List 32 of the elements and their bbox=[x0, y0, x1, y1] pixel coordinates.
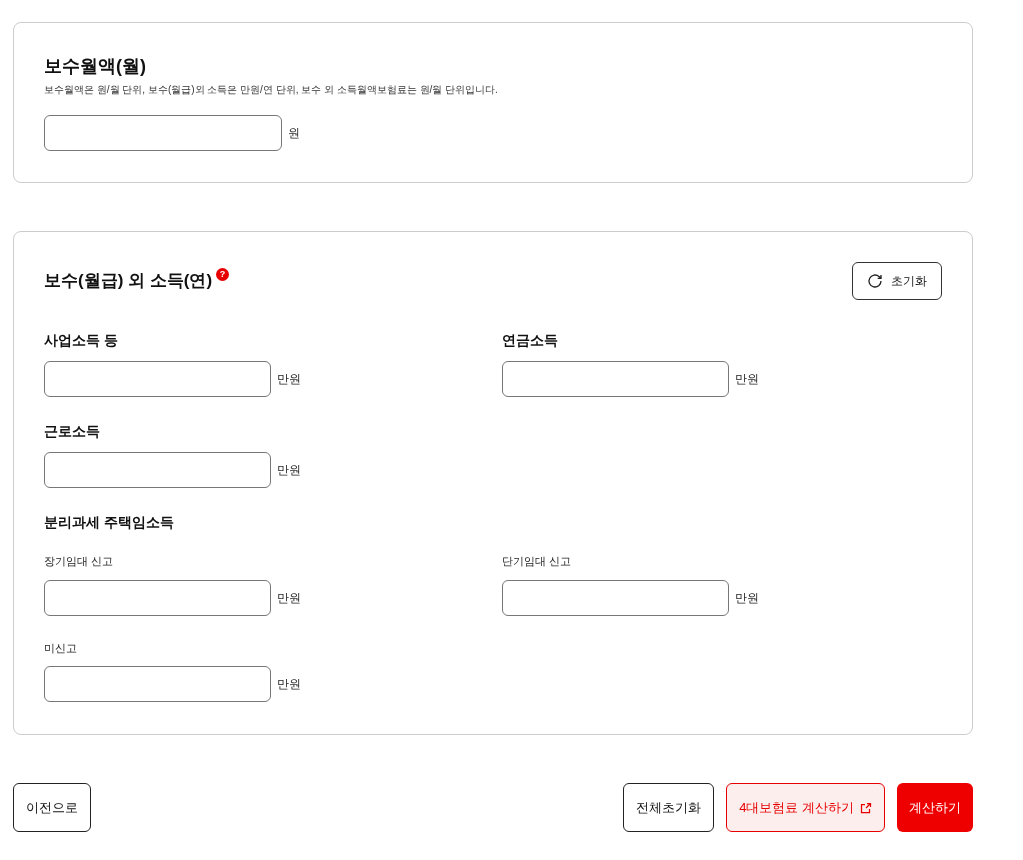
reset-button[interactable]: 초기화 bbox=[852, 262, 942, 300]
help-badge[interactable]: ? bbox=[216, 268, 230, 281]
unit-label: 만원 bbox=[277, 462, 301, 479]
unit-note: 보수월액은 원/월 단위, 보수(월급)외 소득은 만원/연 단위, 보수 외 소득월액보험료는 원/월 단위입니다. bbox=[44, 83, 499, 97]
input-field[interactable] bbox=[44, 579, 271, 616]
unit-label: 원 bbox=[288, 125, 300, 142]
input-field[interactable] bbox=[44, 452, 271, 488]
input-field[interactable] bbox=[44, 666, 271, 702]
unit-label: 만원 bbox=[277, 676, 301, 693]
field-label: 근로소득 bbox=[44, 422, 101, 441]
section-title: 보수(월급) 외 소득(연) bbox=[44, 270, 213, 292]
refresh-icon bbox=[867, 273, 883, 289]
field-label: 단기임대 신고 bbox=[502, 554, 573, 569]
unit-label: 만원 bbox=[735, 589, 759, 607]
calculate-button[interactable]: 계산하기 bbox=[897, 783, 973, 832]
input-field[interactable] bbox=[502, 579, 729, 616]
unit-label: 만원 bbox=[735, 371, 759, 388]
back-button[interactable]: 이전으로 bbox=[13, 783, 91, 832]
field-label: 장기임대 신고 bbox=[44, 554, 115, 569]
unit-label: 만원 bbox=[277, 589, 301, 607]
reset-all-button[interactable]: 전체초기화 bbox=[623, 783, 715, 832]
field-label: 미신고 bbox=[44, 640, 78, 656]
section-title: 보수월액(월) bbox=[44, 55, 147, 78]
input-field[interactable] bbox=[502, 361, 729, 397]
external-link-icon bbox=[860, 801, 872, 814]
group-heading: 분리과세 주택임소득 bbox=[44, 513, 175, 532]
input-field[interactable] bbox=[44, 361, 271, 397]
unit-label: 만원 bbox=[277, 371, 301, 388]
external-calculator-button[interactable]: 4대보험료 계산하기 bbox=[726, 783, 885, 832]
field-label: 연금소득 bbox=[502, 331, 559, 350]
field-label: 사업소득 등 bbox=[44, 331, 119, 350]
input-field[interactable] bbox=[44, 115, 282, 151]
